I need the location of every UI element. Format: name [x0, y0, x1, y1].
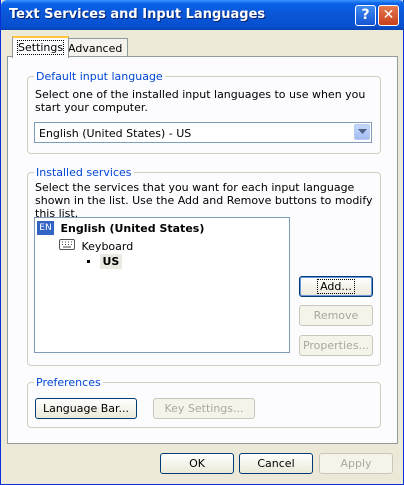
language-badge-icon: EN: [37, 221, 54, 235]
help-icon: ?: [361, 7, 370, 23]
bullet-icon: [87, 259, 90, 263]
default-language-value: English (United States) - US: [39, 127, 192, 140]
chevron-down-icon[interactable]: [354, 124, 370, 140]
properties-button[interactable]: Properties...: [299, 335, 373, 356]
installed-services-description: Select the services that you want for ea…: [35, 181, 373, 220]
tree-node-layout[interactable]: US: [87, 253, 123, 269]
add-button-label: Add...: [317, 279, 355, 294]
language-bar-button-label: Language Bar...: [42, 402, 130, 415]
ok-button-label: OK: [189, 457, 205, 470]
cancel-button-label: Cancel: [257, 457, 295, 470]
tree-node-keyboard[interactable]: Keyboard: [59, 239, 133, 253]
apply-button-label: Apply: [340, 457, 372, 470]
key-settings-button[interactable]: Key Settings...: [153, 398, 255, 419]
keyboard-icon: [59, 239, 75, 253]
window-title: Text Services and Input Languages: [9, 7, 266, 22]
properties-button-label: Properties...: [302, 339, 370, 352]
installed-services-legend: Installed services: [34, 166, 134, 179]
title-bar[interactable]: Text Services and Input Languages ? ✕: [1, 0, 404, 30]
help-button[interactable]: ?: [355, 5, 376, 26]
remove-button[interactable]: Remove: [299, 305, 373, 326]
tree-keyboard-label: Keyboard: [81, 239, 134, 253]
tab-settings-label: Settings: [16, 40, 65, 55]
services-tree[interactable]: EN English (United States) Keyboard US: [34, 217, 290, 353]
remove-button-label: Remove: [313, 309, 359, 322]
default-language-description: Select one of the installed input langua…: [35, 88, 366, 114]
key-settings-button-label: Key Settings...: [164, 402, 244, 415]
close-button[interactable]: ✕: [378, 5, 399, 26]
apply-button[interactable]: Apply: [319, 453, 393, 474]
dialog-window: Text Services and Input Languages ? ✕ Se…: [0, 0, 404, 485]
language-bar-button[interactable]: Language Bar...: [35, 398, 137, 419]
tab-settings[interactable]: Settings: [12, 36, 70, 58]
tree-language-label: English (United States): [60, 221, 205, 235]
tree-node-language[interactable]: EN English (United States): [37, 221, 204, 235]
default-language-select[interactable]: English (United States) - US: [34, 122, 372, 143]
add-button[interactable]: Add...: [299, 276, 373, 297]
close-icon: ✕: [382, 7, 395, 23]
cancel-button[interactable]: Cancel: [239, 453, 313, 474]
preferences-legend: Preferences: [34, 376, 103, 389]
tab-advanced-label: Advanced: [68, 42, 123, 55]
tree-layout-label: US: [99, 253, 123, 269]
tab-advanced[interactable]: Advanced: [62, 38, 129, 58]
ok-button[interactable]: OK: [160, 453, 234, 474]
default-language-legend: Default input language: [34, 70, 165, 83]
